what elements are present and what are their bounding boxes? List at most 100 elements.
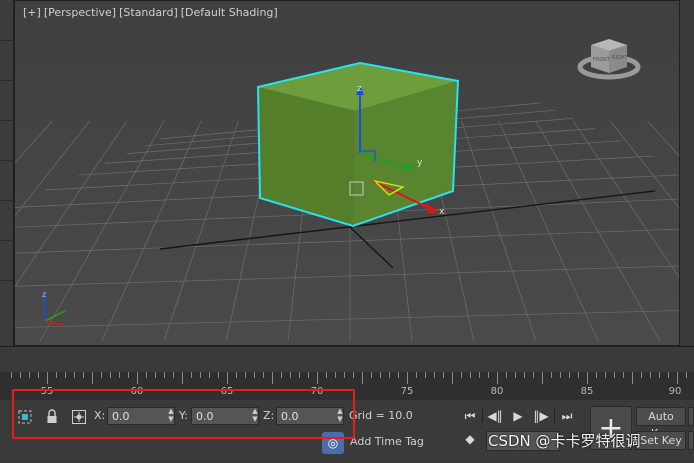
ruler-tick xyxy=(551,372,552,378)
ruler-label: 70 xyxy=(310,386,324,397)
ruler-tick xyxy=(290,372,291,378)
ruler-tick xyxy=(542,372,543,384)
ruler-tick xyxy=(416,372,417,378)
grid-line xyxy=(15,265,679,287)
ruler-tick xyxy=(371,372,372,378)
ruler-tick xyxy=(92,372,93,384)
play-icon[interactable]: ▶ xyxy=(508,407,528,425)
viewcube[interactable]: FRONT RIGHT xyxy=(577,39,641,80)
ruler-tick xyxy=(227,372,228,384)
playback-divider xyxy=(482,409,483,423)
ruler-tick xyxy=(362,372,363,384)
grid-line xyxy=(39,120,165,342)
ruler-tick xyxy=(398,372,399,378)
ruler-tick xyxy=(83,372,84,378)
ruler-tick xyxy=(101,372,102,378)
ruler-tick xyxy=(56,372,57,378)
csdn-watermark: CSDN @卡卡罗特很调 xyxy=(488,432,641,450)
viewcube-right-label: RIGHT xyxy=(612,55,629,61)
ruler-tick xyxy=(200,372,201,378)
ruler-label: 85 xyxy=(580,386,594,397)
x-coordinate-field[interactable] xyxy=(107,407,175,425)
ruler-tick xyxy=(146,372,147,378)
ruler-tick xyxy=(470,372,471,378)
set-key-button[interactable]: Set Key xyxy=(636,431,686,450)
auto-key-mode-dropdown[interactable] xyxy=(688,407,694,426)
ruler-label: 75 xyxy=(400,386,414,397)
ruler-tick xyxy=(560,372,561,378)
y-coordinate-label: Y: xyxy=(179,409,188,422)
selection-lock-icon[interactable] xyxy=(43,408,61,426)
ruler-tick xyxy=(326,372,327,378)
add-time-tag-button[interactable]: Add Time Tag xyxy=(350,435,424,448)
go-to-end-icon[interactable]: ⏭ xyxy=(557,407,577,425)
ruler-tick xyxy=(515,372,516,378)
ruler-tick xyxy=(524,372,525,378)
panel-separator xyxy=(0,80,14,81)
y-spinner-icon[interactable]: ▲ ▼ xyxy=(251,407,259,425)
ruler-tick xyxy=(380,372,381,378)
left-panel-edge xyxy=(0,0,14,346)
panel-separator xyxy=(0,160,14,161)
ruler-tick xyxy=(236,372,237,378)
ruler-tick xyxy=(344,372,345,378)
perspective-viewport[interactable]: [+] [Perspective] [Standard] [Default Shadi… xyxy=(14,0,680,346)
box-front-face[interactable] xyxy=(258,87,355,226)
ruler-tick xyxy=(263,372,264,378)
ruler-tick xyxy=(209,372,210,378)
ruler-tick xyxy=(506,372,507,378)
x-spinner-icon[interactable]: ▲ ▼ xyxy=(167,407,175,425)
ruler-tick xyxy=(173,372,174,378)
ruler-tick xyxy=(668,372,669,378)
time-tag-icon[interactable]: ◎ xyxy=(322,432,344,454)
ruler-tick xyxy=(65,372,66,378)
ruler-tick xyxy=(299,372,300,378)
ruler-tick xyxy=(47,372,48,384)
ruler-label: 80 xyxy=(490,386,504,397)
ruler-tick xyxy=(614,372,615,378)
gizmo-y-label: y xyxy=(417,158,423,168)
time-slider-track[interactable] xyxy=(0,346,694,372)
ruler-tick xyxy=(389,372,390,378)
ruler-tick xyxy=(569,372,570,378)
viewcube-front-label: FRONT xyxy=(593,57,611,63)
panel-separator xyxy=(0,120,14,121)
playback-divider xyxy=(554,409,555,423)
ruler-tick xyxy=(461,372,462,378)
grid-line xyxy=(461,120,537,342)
z-spinner-icon[interactable]: ▲ ▼ xyxy=(336,407,344,425)
key-mode-toggle-icon[interactable]: ◆ xyxy=(460,430,480,448)
timeline-ruler[interactable]: 55 60 65 70 75 80 85 90 xyxy=(0,372,694,400)
ruler-tick xyxy=(308,372,309,378)
ruler-tick xyxy=(272,372,273,384)
ruler-tick xyxy=(20,372,21,378)
absolute-offset-mode-icon[interactable] xyxy=(70,408,88,426)
grid-line xyxy=(15,228,679,254)
viewport-scene[interactable]: z y x FRONT RIGHT z xyxy=(15,1,680,346)
ruler-tick xyxy=(38,372,39,378)
z-coordinate-label: Z: xyxy=(263,409,275,422)
go-to-start-icon[interactable]: ⏮ xyxy=(460,407,480,425)
gizmo-x-label: x xyxy=(439,207,445,217)
next-frame-icon[interactable]: ‖▶ xyxy=(531,407,551,425)
y-coordinate-field[interactable] xyxy=(191,407,259,425)
ruler-tick xyxy=(434,372,435,378)
ruler-tick xyxy=(659,372,660,378)
ruler-tick xyxy=(596,372,597,378)
auto-key-button[interactable]: Auto Key xyxy=(636,407,686,440)
z-coordinate-field[interactable] xyxy=(276,407,344,425)
ruler-label: 90 xyxy=(668,386,682,397)
grid-line xyxy=(535,120,661,342)
ruler-tick xyxy=(218,372,219,378)
ruler-tick xyxy=(425,372,426,378)
set-key-mode-dropdown[interactable] xyxy=(688,431,694,450)
gizmo-z-label: z xyxy=(357,84,362,94)
ruler-tick xyxy=(128,372,129,378)
grid-line xyxy=(15,310,679,328)
ruler-tick xyxy=(479,372,480,378)
ruler-tick xyxy=(353,372,354,378)
x-coordinate-label: X: xyxy=(94,409,106,422)
previous-frame-icon[interactable]: ◀‖ xyxy=(485,407,505,425)
ruler-tick xyxy=(164,372,165,378)
isolate-selection-icon[interactable] xyxy=(16,408,34,426)
